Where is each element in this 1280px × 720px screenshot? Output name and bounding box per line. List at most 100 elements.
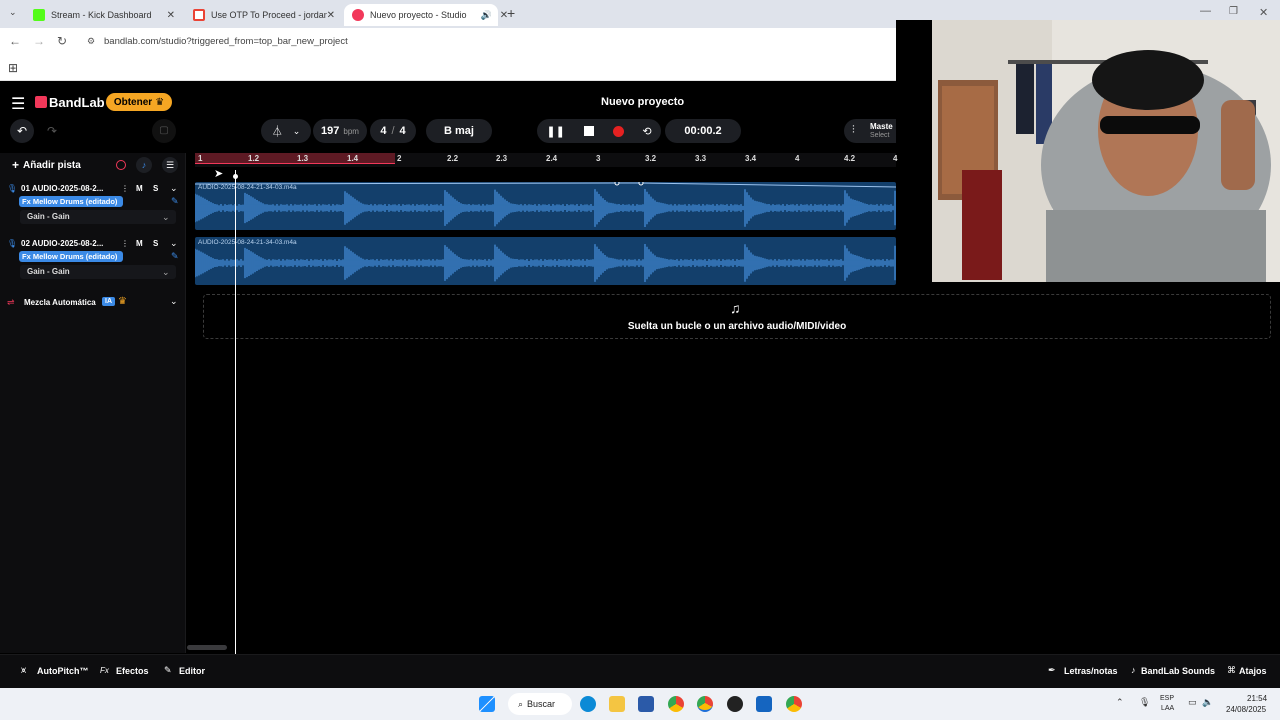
automation-icon[interactable]: ✎ bbox=[171, 251, 179, 262]
metronome-button[interactable]: ⏃ ⌄ bbox=[261, 119, 311, 143]
volume-icon[interactable]: 🔈 bbox=[1202, 697, 1213, 708]
audio-clip-track-1[interactable]: AUDIO-2025-08-24-21-34-03.m4a bbox=[195, 182, 896, 230]
chrome-active-icon[interactable] bbox=[697, 696, 713, 712]
mute-button[interactable]: M bbox=[136, 184, 143, 193]
edge-icon[interactable] bbox=[580, 696, 596, 712]
undo-icon[interactable]: ↶ bbox=[10, 119, 34, 143]
effects-button[interactable]: Efectos bbox=[116, 666, 149, 676]
chevron-down-icon[interactable]: ⌄ bbox=[170, 238, 178, 249]
drop-zone[interactable]: ♫ Suelta un bucle o un archivo audio/MID… bbox=[203, 294, 1271, 339]
stop-icon[interactable] bbox=[583, 126, 594, 136]
taskbar-search[interactable]: ⌕ Buscar bbox=[508, 693, 572, 715]
network-icon[interactable]: ▭ bbox=[1188, 697, 1197, 708]
minimize-icon[interactable]: — bbox=[1200, 5, 1211, 17]
ruler-tick: 4.2 bbox=[844, 154, 856, 163]
chevron-down-icon[interactable]: ⌄ bbox=[170, 296, 178, 307]
mute-button[interactable]: M bbox=[136, 239, 143, 248]
tab-kick-dashboard[interactable]: Stream - Kick Dashboard ✕ bbox=[25, 4, 183, 26]
tuner-icon[interactable]: ♪ bbox=[136, 157, 152, 173]
menu-icon[interactable]: ☰ bbox=[11, 94, 25, 114]
autopitch-button[interactable]: AutoPitch™ bbox=[37, 666, 89, 676]
redo-icon[interactable]: ↷ bbox=[40, 119, 64, 143]
solo-button[interactable]: S bbox=[153, 239, 158, 248]
tray-chevron-icon[interactable]: ⌃ bbox=[1116, 697, 1124, 708]
apps-grid-icon[interactable]: ⊞ bbox=[8, 61, 18, 75]
bandlab-sounds-button[interactable]: BandLab Sounds bbox=[1141, 666, 1215, 676]
site-info-icon[interactable]: ⚙ bbox=[87, 36, 95, 47]
record-arm-icon[interactable] bbox=[116, 160, 126, 170]
time-signature[interactable]: 4 / 4 bbox=[370, 119, 416, 143]
obs-icon[interactable] bbox=[727, 696, 743, 712]
autopitch-icon: ⩙ bbox=[21, 665, 27, 675]
chrome-profile-icon[interactable] bbox=[786, 696, 802, 712]
ruler-tick: 3 bbox=[596, 154, 601, 163]
language-2[interactable]: LAA bbox=[1161, 705, 1174, 712]
address-bar: ← → ↻ ⚙ bandlab.com/studio?triggered_fro… bbox=[0, 28, 896, 56]
language-1[interactable]: ESP bbox=[1160, 695, 1174, 702]
ruler-tick: 4 bbox=[893, 154, 898, 163]
tab-otp[interactable]: Use OTP To Proceed - jordano ✕ bbox=[185, 4, 343, 26]
new-tab-icon[interactable]: + bbox=[507, 5, 515, 21]
automix-row[interactable]: ⇌ Mezcla Automática IA ♛ ⌄ bbox=[0, 295, 186, 311]
clock-date[interactable]: 24/08/2025 bbox=[1226, 705, 1266, 714]
back-icon[interactable]: ← bbox=[9, 34, 21, 48]
solo-button[interactable]: S bbox=[153, 184, 158, 193]
get-membership-button[interactable]: Obtener ♛ bbox=[106, 93, 172, 111]
mouse-cursor-icon: ➤ bbox=[214, 168, 224, 180]
forward-icon[interactable]: → bbox=[33, 34, 45, 48]
fx-preset-chip[interactable]: Fx Mellow Drums (editado) bbox=[19, 196, 123, 207]
pause-icon[interactable]: ❚❚ bbox=[546, 125, 564, 138]
close-tab-icon[interactable]: ✕ bbox=[327, 10, 335, 21]
automation-line[interactable] bbox=[195, 182, 896, 230]
track-header-2[interactable]: 🎙 02 AUDIO-2025-08-2... ⋮ M S ⌄ Fx Mello… bbox=[0, 236, 186, 290]
more-icon[interactable]: ⋮ bbox=[121, 239, 129, 248]
tempo-display[interactable]: 197 bpm bbox=[313, 119, 367, 143]
more-icon[interactable]: ⋮ bbox=[121, 184, 129, 193]
track-name[interactable]: 01 AUDIO-2025-08-2... bbox=[21, 184, 103, 193]
automation-param-select[interactable]: Gain - Gain bbox=[20, 210, 176, 224]
maximize-icon[interactable]: ❐ bbox=[1229, 6, 1238, 17]
app-icon[interactable] bbox=[756, 696, 772, 712]
chrome-icon[interactable] bbox=[668, 696, 684, 712]
clock-time[interactable]: 21:54 bbox=[1247, 694, 1267, 703]
fx-preset-chip[interactable]: Fx Mellow Drums (editado) bbox=[19, 251, 123, 262]
add-track-button[interactable]: + Añadir pista bbox=[12, 158, 81, 172]
ruler-tick: 3.4 bbox=[745, 154, 757, 163]
record-icon[interactable] bbox=[612, 125, 624, 137]
close-tab-icon[interactable]: ✕ bbox=[167, 10, 175, 21]
track-options-icon[interactable]: ☰ bbox=[162, 157, 178, 173]
editor-button[interactable]: Editor bbox=[179, 666, 205, 676]
automation-param-select[interactable]: Gain - Gain bbox=[20, 265, 176, 279]
key-selector[interactable]: B maj bbox=[426, 119, 492, 143]
timeline-ruler[interactable]: 1 1.2 1.3 1.4 2 2.2 2.3 2.4 3 3.2 3.3 3.… bbox=[195, 153, 898, 167]
snapshot-icon[interactable]: ▢ bbox=[152, 119, 176, 143]
microphone-icon[interactable]: 🎙 bbox=[1139, 697, 1150, 708]
tab-bandlab-studio[interactable]: Nuevo proyecto - Studio 🔊 ✕ bbox=[344, 4, 508, 26]
playhead-handle[interactable] bbox=[233, 174, 238, 179]
ruler-tick: 2 bbox=[397, 154, 402, 163]
url-text[interactable]: bandlab.com/studio?triggered_from=top_ba… bbox=[104, 36, 348, 47]
track-header-1[interactable]: 🎙 01 AUDIO-2025-08-2... ⋮ M S ⌄ Fx Mello… bbox=[0, 181, 186, 235]
audio-clip-track-2[interactable]: AUDIO-2025-08-24-21-34-03.m4a bbox=[195, 237, 896, 285]
audio-playing-icon[interactable]: 🔊 bbox=[481, 10, 492, 21]
fx-icon: Fx bbox=[100, 666, 109, 675]
tab-list-chevron-icon[interactable]: ⌄ bbox=[9, 7, 17, 18]
store-icon[interactable] bbox=[638, 696, 654, 712]
close-window-icon[interactable]: ✕ bbox=[1259, 6, 1268, 19]
automation-icon[interactable]: ✎ bbox=[171, 196, 179, 207]
reload-icon[interactable]: ↻ bbox=[57, 34, 67, 48]
windows-start-icon[interactable] bbox=[479, 696, 495, 712]
master-button[interactable]: ⫶ Maste Select bbox=[844, 119, 896, 143]
playhead[interactable] bbox=[235, 170, 236, 654]
lyrics-button[interactable]: Letras/notas bbox=[1064, 666, 1118, 676]
shortcuts-button[interactable]: Atajos bbox=[1239, 666, 1267, 676]
project-title[interactable]: Nuevo proyecto bbox=[601, 96, 684, 108]
track-name[interactable]: 02 AUDIO-2025-08-2... bbox=[21, 239, 103, 248]
ai-badge: IA bbox=[102, 297, 115, 306]
loop-icon[interactable]: ⟲ bbox=[642, 125, 651, 138]
file-explorer-icon[interactable] bbox=[609, 696, 625, 712]
horizontal-scrollbar[interactable] bbox=[187, 645, 227, 650]
loop-region[interactable] bbox=[195, 153, 395, 164]
chevron-down-icon[interactable]: ⌄ bbox=[170, 183, 178, 194]
mic-icon: 🎙 bbox=[7, 184, 18, 193]
